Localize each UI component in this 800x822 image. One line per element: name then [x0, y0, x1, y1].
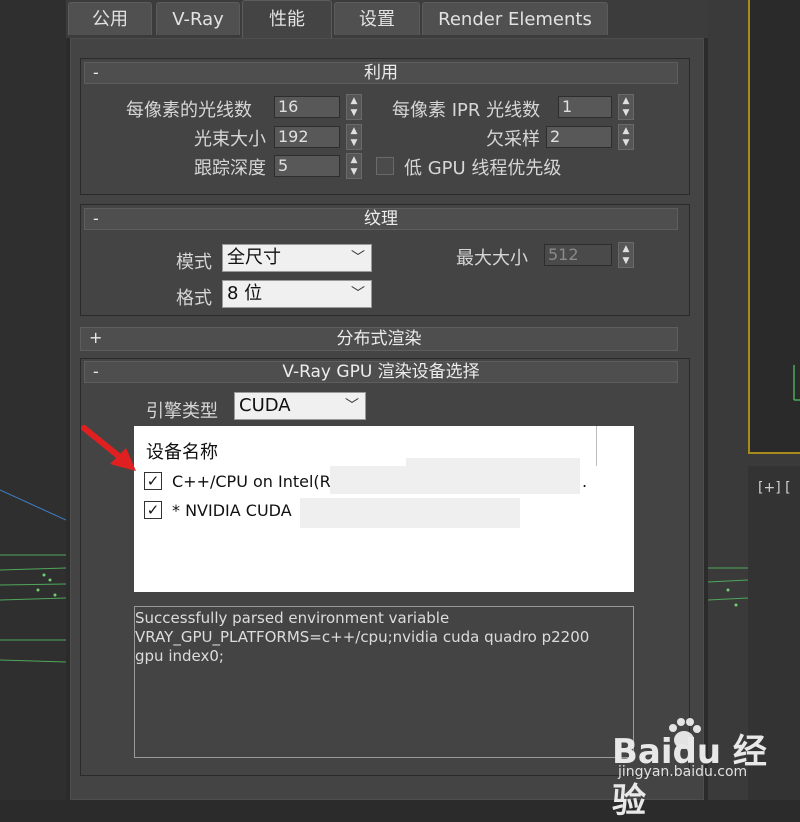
format-label: 格式: [176, 288, 212, 309]
redacted-area: [406, 458, 580, 494]
undersampling-field[interactable]: 2: [546, 126, 612, 148]
spinner-arrows-icon[interactable]: ▲ ▼: [618, 94, 634, 120]
max-size-field[interactable]: 512: [544, 244, 612, 266]
spinner-arrows-icon[interactable]: ▲ ▼: [618, 124, 634, 150]
tab-render-elements[interactable]: Render Elements: [422, 2, 608, 35]
device-name-header: 设备名称: [146, 442, 218, 463]
device-select-header[interactable]: - V-Ray GPU 渲染设备选择: [84, 361, 678, 383]
collapse-icon: -: [93, 63, 99, 82]
device-gpu-name: * NVIDIA CUDA: [172, 501, 292, 520]
device-list[interactable]: 设备名称 ✓ C++/CPU on Intel(R . ✓ * NVIDIA C…: [134, 426, 634, 592]
log-line: Successfully parsed environment variable: [135, 609, 450, 627]
tab-settings[interactable]: 设置: [334, 2, 420, 35]
right-viewport-wireframe: [708, 567, 748, 607]
active-viewport: [748, 0, 800, 454]
spinner-arrows-icon[interactable]: ▲ ▼: [346, 94, 362, 120]
spinner-arrows-icon[interactable]: ▲ ▼: [346, 124, 362, 150]
spinner-arrows-icon[interactable]: ▲ ▼: [618, 242, 634, 268]
spinner-arrows-icon[interactable]: ▲ ▼: [346, 153, 362, 179]
mode-value: 全尺寸: [227, 247, 281, 268]
red-arrow-icon: [81, 425, 136, 471]
max-size-label: 最大大小: [456, 248, 528, 269]
rays-per-pixel-label: 每像素的光线数: [126, 100, 252, 121]
format-value: 8 位: [227, 283, 263, 304]
textures-title: 纹理: [364, 209, 398, 229]
chevron-down-icon: ﹀: [345, 398, 359, 414]
redacted-area: [300, 498, 520, 528]
log-line: VRAY_GPU_PLATFORMS=c++/cpu;nvidia cuda q…: [135, 628, 590, 646]
watermark-url: jingyan.baidu.com: [618, 764, 748, 780]
redacted-area: [330, 466, 406, 494]
column-divider: [596, 426, 597, 466]
tab-vray[interactable]: V-Ray: [156, 2, 240, 35]
low-gpu-priority-label: 低 GPU 线程优先级: [404, 158, 562, 179]
collapse-icon: -: [93, 362, 99, 381]
utilization-title: 利用: [364, 63, 398, 83]
device-select-title: V-Ray GPU 渲染设备选择: [282, 362, 480, 382]
viewport-label[interactable]: [+] [: [758, 480, 791, 496]
device-cpu-suffix: .: [582, 472, 588, 491]
bundle-size-field[interactable]: 192: [274, 126, 340, 148]
ipr-rays-label: 每像素 IPR 光线数: [392, 100, 541, 121]
bundle-size-label: 光束大小: [194, 129, 266, 150]
viewport-gizmo: [793, 365, 800, 401]
tab-common[interactable]: 公用: [68, 2, 152, 35]
format-dropdown[interactable]: 8 位 ﹀: [222, 280, 372, 308]
engine-type-value: CUDA: [239, 395, 291, 416]
tab-performance[interactable]: 性能: [242, 0, 332, 38]
mode-label: 模式: [176, 252, 212, 273]
log-line: gpu index0;: [135, 647, 224, 665]
engine-type-dropdown[interactable]: CUDA ﹀: [234, 392, 366, 420]
environment-log[interactable]: Successfully parsed environment variable…: [134, 606, 634, 758]
undersampling-label: 欠采样: [486, 129, 540, 150]
left-viewport: [0, 0, 66, 800]
chevron-down-icon: ﹀: [351, 286, 365, 302]
expand-icon: +: [89, 328, 103, 347]
mode-dropdown[interactable]: 全尺寸 ﹀: [222, 244, 372, 272]
trace-depth-label: 跟踪深度: [194, 158, 266, 179]
chevron-down-icon: ﹀: [351, 250, 365, 266]
device-cpu-checkbox[interactable]: ✓: [144, 472, 162, 490]
trace-depth-field[interactable]: 5: [274, 155, 340, 177]
textures-header[interactable]: - 纹理: [84, 208, 678, 230]
collapse-icon: -: [93, 209, 99, 228]
distributed-render-header[interactable]: + 分布式渲染: [80, 327, 678, 351]
distributed-render-title: 分布式渲染: [336, 329, 422, 349]
low-gpu-priority-checkbox[interactable]: [376, 157, 394, 175]
device-cpu-name: C++/CPU on Intel(R: [172, 472, 331, 491]
device-gpu-checkbox[interactable]: ✓: [144, 501, 162, 519]
engine-type-label: 引擎类型: [146, 401, 218, 422]
ipr-rays-field[interactable]: 1: [558, 96, 612, 118]
utilization-header[interactable]: - 利用: [84, 62, 678, 84]
rays-per-pixel-field[interactable]: 16: [274, 96, 340, 118]
viewport-wireframe: [0, 489, 66, 663]
